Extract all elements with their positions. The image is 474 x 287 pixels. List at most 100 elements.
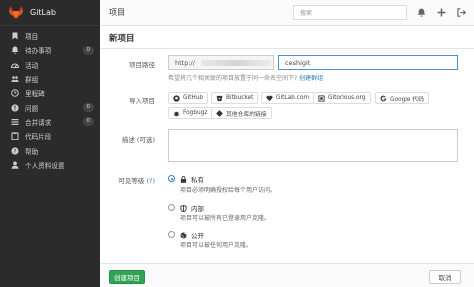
- path-hint: 希望将几个相关联的项目放置于同一命名空间下? 创建群组: [168, 73, 323, 82]
- sidebar-nav: 项目 待办事项 0 活动 群组 里程碑 问题 0 合并请求 0 代码片段 ? 帮…: [0, 26, 100, 172]
- visibility-private-option: 私有: [180, 174, 204, 184]
- brand[interactable]: GitLab: [0, 0, 100, 26]
- import-source-label: Google 代码: [390, 96, 424, 103]
- sidebar-item-snippets[interactable]: 代码片段: [0, 129, 100, 143]
- path-hint-text: 希望将几个相关联的项目放置于同一命名空间下?: [168, 75, 298, 82]
- bookmark-icon: [12, 32, 18, 40]
- issues-count-badge: 0: [82, 103, 94, 113]
- namespace-prefix-value: http://: [175, 58, 195, 67]
- bug-icon: [173, 111, 180, 116]
- visibility-label: 可见等级 (?): [100, 175, 155, 185]
- project-path-input[interactable]: ceshigit: [278, 55, 458, 70]
- bell-icon[interactable]: [417, 8, 426, 17]
- plus-icon[interactable]: [437, 8, 446, 17]
- import-source-label: GitHub: [183, 95, 204, 101]
- user-icon: [11, 161, 19, 169]
- create-project-button[interactable]: 创建项目: [109, 270, 145, 284]
- dashboard-icon: [11, 63, 19, 68]
- form-actions: 创建项目 取消: [100, 263, 474, 287]
- exclamation-icon: [11, 104, 19, 112]
- import-source-label: GitLab.com: [276, 95, 310, 101]
- header-actions: [417, 8, 466, 17]
- question-icon: ?: [11, 146, 19, 155]
- globe-icon: [180, 232, 187, 238]
- sidebar-item-label: 代码片段: [25, 133, 52, 142]
- import-source-label: Fogbugz: [183, 110, 208, 116]
- search-input[interactable]: 搜索: [293, 5, 407, 20]
- visibility-public-name: 公开: [191, 232, 204, 240]
- sidebar-item-label: 活动: [25, 61, 39, 70]
- visibility-public-desc: 项目可以被任何用户克隆。: [180, 242, 253, 249]
- google-icon: [380, 95, 387, 101]
- bitbucket-icon: [216, 95, 223, 101]
- sidebar-item-label: 个人资料设置: [25, 161, 65, 170]
- heart-icon: [266, 95, 273, 101]
- header: 项目 搜索: [100, 0, 474, 26]
- import-github-button[interactable]: GitHub: [168, 92, 209, 104]
- visibility-internal-desc: 项目可以被所有已登录用户克隆。: [180, 215, 271, 222]
- import-source-label: 其他仓库的链接: [226, 111, 267, 118]
- form-title: 新项目: [109, 34, 135, 44]
- description-label: 描述 (可选): [121, 136, 155, 144]
- blurred-namespace: [200, 59, 271, 66]
- visibility-private-radio[interactable]: [168, 175, 175, 182]
- project-path-value: ceshigit: [285, 58, 311, 67]
- main-content: 新项目 项目路径 http:// ceshigit 希望将几个相关联的项目放置于…: [100, 26, 474, 287]
- gitlab-logo-icon: [9, 6, 23, 19]
- sidebar-item-label: 项目: [25, 33, 39, 42]
- lock-icon: [180, 175, 187, 183]
- visibility-label-text: 可见等级: [118, 177, 145, 185]
- sidebar: GitLab 项目 待办事项 0 活动 群组 里程碑 问题 0 合并请求 0 代…: [0, 0, 100, 287]
- title-divider: [100, 48, 474, 49]
- sidebar-item-label: 问题: [25, 104, 39, 113]
- create-group-link[interactable]: 创建群组: [299, 75, 323, 82]
- import-repo-url-button[interactable]: 其他仓库的链接: [211, 107, 272, 119]
- merge-requests-count-badge: 0: [82, 117, 94, 127]
- sidebar-item-merge-requests[interactable]: 合并请求 0: [0, 115, 100, 129]
- sidebar-item-label: 群组: [25, 76, 39, 85]
- clock-icon: [11, 89, 19, 98]
- visibility-public-radio[interactable]: [168, 231, 175, 238]
- visibility-internal-radio[interactable]: [168, 204, 175, 211]
- description-textarea[interactable]: [168, 129, 458, 162]
- visibility-internal-option: 内部: [180, 203, 204, 213]
- sidebar-item-help[interactable]: ? 帮助: [0, 143, 100, 157]
- search-placeholder: 搜索: [300, 10, 313, 17]
- sign-out-icon[interactable]: [457, 8, 466, 17]
- bell-icon: [11, 46, 19, 55]
- import-project-label: 导入项目: [129, 97, 155, 105]
- sidebar-item-label: 帮助: [25, 147, 39, 156]
- import-google-code-button[interactable]: Google 代码: [375, 92, 429, 104]
- sidebar-item-projects[interactable]: 项目: [0, 29, 100, 43]
- sidebar-item-issues[interactable]: 问题 0: [0, 100, 100, 114]
- namespace-prefix-field[interactable]: http://: [168, 55, 274, 70]
- import-fogbugz-button[interactable]: Fogbugz: [168, 107, 213, 119]
- gitorious-icon: [318, 94, 325, 102]
- sidebar-item-profile-settings[interactable]: 个人资料设置: [0, 158, 100, 172]
- group-icon: [11, 76, 19, 83]
- sidebar-item-activity[interactable]: 活动: [0, 58, 100, 72]
- sidebar-item-label: 里程碑: [25, 90, 45, 99]
- brand-name: GitLab: [30, 8, 56, 17]
- todos-count-badge: 0: [82, 45, 94, 55]
- import-source-label: Gitorious.org: [328, 95, 366, 101]
- sidebar-item-label: 待办事项: [25, 47, 52, 56]
- tasks-icon: [11, 118, 19, 125]
- sidebar-item-milestones[interactable]: 里程碑: [0, 86, 100, 100]
- page-heading: 项目: [109, 8, 125, 17]
- shield-icon: [180, 204, 187, 212]
- visibility-private-name: 私有: [191, 176, 204, 184]
- cancel-button[interactable]: 取消: [429, 270, 461, 284]
- sidebar-item-groups[interactable]: 群组: [0, 72, 100, 86]
- sidebar-item-label: 合并请求: [25, 118, 52, 127]
- clipboard-icon: [11, 132, 19, 141]
- import-gitorious-button[interactable]: Gitorious.org: [313, 92, 371, 104]
- import-bitbucket-button[interactable]: Bitbucket: [211, 92, 259, 104]
- visibility-help-link[interactable]: (?): [146, 177, 155, 185]
- git-icon: [216, 109, 223, 117]
- import-gitlab-com-button[interactable]: GitLab.com: [261, 92, 315, 104]
- project-path-label: 项目路径: [129, 61, 155, 69]
- visibility-private-desc: 项目必须明确授权给每个用户访问。: [180, 187, 277, 194]
- svg-text:?: ?: [14, 149, 17, 155]
- sidebar-item-todos[interactable]: 待办事项 0: [0, 43, 100, 57]
